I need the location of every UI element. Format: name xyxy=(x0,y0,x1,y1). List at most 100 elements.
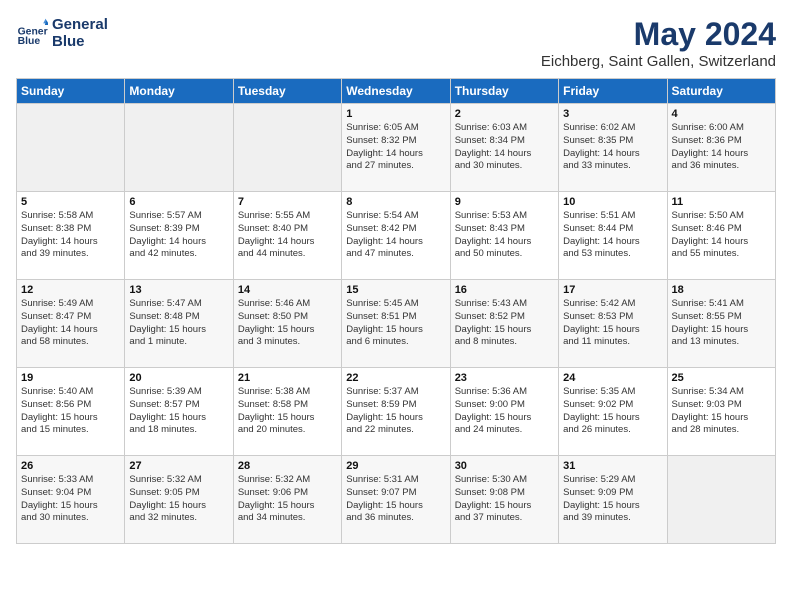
logo-general: General xyxy=(52,16,108,33)
calendar-cell: 23 Sunrise: 5:36 AM Sunset: 9:00 PM Dayli… xyxy=(450,368,558,456)
calendar-cell: 19 Sunrise: 5:40 AM Sunset: 8:56 PM Dayli… xyxy=(17,368,125,456)
calendar-cell: 6Sunrise: 5:57 AM Sunset: 8:39 PM Daylig… xyxy=(125,192,233,280)
day-number: 28 xyxy=(238,460,337,472)
weekday-header-friday: Friday xyxy=(559,79,667,104)
day-number: 17 xyxy=(563,284,662,296)
day-number: 15 xyxy=(346,284,445,296)
calendar-cell: 11 Sunrise: 5:50 AM Sunset: 8:46 PM Dayli… xyxy=(667,192,775,280)
day-number: 12 xyxy=(21,284,120,296)
weekday-header-sunday: Sunday xyxy=(17,79,125,104)
main-title: May 2024 xyxy=(541,16,776,53)
calendar-cell: 17 Sunrise: 5:42 AM Sunset: 8:53 PM Dayli… xyxy=(559,280,667,368)
day-info: Sunrise: 5:31 AM Sunset: 9:07 PM Dayligh… xyxy=(346,474,445,525)
day-info: Sunrise: 5:33 AM Sunset: 9:04 PM Dayligh… xyxy=(21,474,120,525)
calendar-cell xyxy=(125,104,233,192)
day-info: Sunrise: 5:34 AM Sunset: 9:03 PM Dayligh… xyxy=(672,386,771,437)
calendar-cell: 1 Sunrise: 6:05 AM Sunset: 8:32 PM Daylig… xyxy=(342,104,450,192)
day-number: 27 xyxy=(129,460,228,472)
svg-text:Blue: Blue xyxy=(18,36,41,47)
logo: General Blue General Blue xyxy=(16,16,108,50)
calendar-cell: 26 Sunrise: 5:33 AM Sunset: 9:04 PM Dayli… xyxy=(17,456,125,544)
day-number: 25 xyxy=(672,372,771,384)
day-number: 9 xyxy=(455,196,554,208)
day-number: 13 xyxy=(129,284,228,296)
day-number: 11 xyxy=(672,196,771,208)
calendar-cell: 30 Sunrise: 5:30 AM Sunset: 9:08 PM Dayli… xyxy=(450,456,558,544)
day-info: Sunrise: 5:57 AM Sunset: 8:39 PM Dayligh… xyxy=(129,210,228,261)
day-info: Sunrise: 5:53 AM Sunset: 8:43 PM Dayligh… xyxy=(455,210,554,261)
page-header: General Blue General Blue May 2024 Eichb… xyxy=(16,16,776,70)
day-number: 31 xyxy=(563,460,662,472)
day-number: 23 xyxy=(455,372,554,384)
calendar-cell: 8Sunrise: 5:54 AM Sunset: 8:42 PM Daylig… xyxy=(342,192,450,280)
calendar-cell: 13 Sunrise: 5:47 AM Sunset: 8:48 PM Dayli… xyxy=(125,280,233,368)
calendar-cell xyxy=(233,104,341,192)
day-number: 29 xyxy=(346,460,445,472)
day-info: Sunrise: 6:00 AM Sunset: 8:36 PM Dayligh… xyxy=(672,122,771,173)
day-number: 18 xyxy=(672,284,771,296)
day-info: Sunrise: 5:49 AM Sunset: 8:47 PM Dayligh… xyxy=(21,298,120,349)
calendar-cell: 15 Sunrise: 5:45 AM Sunset: 8:51 PM Dayli… xyxy=(342,280,450,368)
calendar-cell xyxy=(17,104,125,192)
calendar-cell: 20 Sunrise: 5:39 AM Sunset: 8:57 PM Dayli… xyxy=(125,368,233,456)
calendar-week-2: 5Sunrise: 5:58 AM Sunset: 8:38 PM Daylig… xyxy=(17,192,776,280)
day-number: 5 xyxy=(21,196,120,208)
day-info: Sunrise: 6:05 AM Sunset: 8:32 PM Dayligh… xyxy=(346,122,445,173)
day-info: Sunrise: 5:47 AM Sunset: 8:48 PM Dayligh… xyxy=(129,298,228,349)
calendar-week-5: 26 Sunrise: 5:33 AM Sunset: 9:04 PM Dayli… xyxy=(17,456,776,544)
day-info: Sunrise: 5:40 AM Sunset: 8:56 PM Dayligh… xyxy=(21,386,120,437)
day-info: Sunrise: 5:37 AM Sunset: 8:59 PM Dayligh… xyxy=(346,386,445,437)
day-number: 2 xyxy=(455,108,554,120)
day-number: 7 xyxy=(238,196,337,208)
title-block: May 2024 Eichberg, Saint Gallen, Switzer… xyxy=(541,16,776,70)
day-info: Sunrise: 5:55 AM Sunset: 8:40 PM Dayligh… xyxy=(238,210,337,261)
day-info: Sunrise: 5:45 AM Sunset: 8:51 PM Dayligh… xyxy=(346,298,445,349)
day-info: Sunrise: 6:02 AM Sunset: 8:35 PM Dayligh… xyxy=(563,122,662,173)
calendar-cell: 21 Sunrise: 5:38 AM Sunset: 8:58 PM Dayli… xyxy=(233,368,341,456)
calendar-cell xyxy=(667,456,775,544)
day-number: 21 xyxy=(238,372,337,384)
day-info: Sunrise: 5:46 AM Sunset: 8:50 PM Dayligh… xyxy=(238,298,337,349)
day-info: Sunrise: 5:32 AM Sunset: 9:06 PM Dayligh… xyxy=(238,474,337,525)
day-number: 19 xyxy=(21,372,120,384)
weekday-header-tuesday: Tuesday xyxy=(233,79,341,104)
weekday-header-thursday: Thursday xyxy=(450,79,558,104)
logo-blue: Blue xyxy=(52,33,108,50)
calendar-cell: 22 Sunrise: 5:37 AM Sunset: 8:59 PM Dayli… xyxy=(342,368,450,456)
day-number: 16 xyxy=(455,284,554,296)
day-number: 4 xyxy=(672,108,771,120)
day-number: 26 xyxy=(21,460,120,472)
day-info: Sunrise: 5:36 AM Sunset: 9:00 PM Dayligh… xyxy=(455,386,554,437)
day-number: 30 xyxy=(455,460,554,472)
day-number: 22 xyxy=(346,372,445,384)
logo-icon: General Blue xyxy=(16,17,48,49)
calendar-cell: 7 Sunrise: 5:55 AM Sunset: 8:40 PM Daylig… xyxy=(233,192,341,280)
calendar-week-4: 19 Sunrise: 5:40 AM Sunset: 8:56 PM Dayli… xyxy=(17,368,776,456)
day-number: 10 xyxy=(563,196,662,208)
day-info: Sunrise: 6:03 AM Sunset: 8:34 PM Dayligh… xyxy=(455,122,554,173)
calendar-cell: 31 Sunrise: 5:29 AM Sunset: 9:09 PM Dayli… xyxy=(559,456,667,544)
calendar-cell: 5Sunrise: 5:58 AM Sunset: 8:38 PM Daylig… xyxy=(17,192,125,280)
calendar-week-3: 12 Sunrise: 5:49 AM Sunset: 8:47 PM Dayli… xyxy=(17,280,776,368)
calendar-cell: 28 Sunrise: 5:32 AM Sunset: 9:06 PM Dayli… xyxy=(233,456,341,544)
calendar-cell: 16Sunrise: 5:43 AM Sunset: 8:52 PM Dayli… xyxy=(450,280,558,368)
day-number: 1 xyxy=(346,108,445,120)
calendar-cell: 3 Sunrise: 6:02 AM Sunset: 8:35 PM Daylig… xyxy=(559,104,667,192)
day-info: Sunrise: 5:54 AM Sunset: 8:42 PM Dayligh… xyxy=(346,210,445,261)
day-number: 20 xyxy=(129,372,228,384)
day-info: Sunrise: 5:50 AM Sunset: 8:46 PM Dayligh… xyxy=(672,210,771,261)
calendar-table: SundayMondayTuesdayWednesdayThursdayFrid… xyxy=(16,78,776,544)
day-number: 3 xyxy=(563,108,662,120)
calendar-cell: 24Sunrise: 5:35 AM Sunset: 9:02 PM Dayli… xyxy=(559,368,667,456)
calendar-cell: 4 Sunrise: 6:00 AM Sunset: 8:36 PM Daylig… xyxy=(667,104,775,192)
day-info: Sunrise: 5:29 AM Sunset: 9:09 PM Dayligh… xyxy=(563,474,662,525)
calendar-week-1: 1 Sunrise: 6:05 AM Sunset: 8:32 PM Daylig… xyxy=(17,104,776,192)
day-info: Sunrise: 5:42 AM Sunset: 8:53 PM Dayligh… xyxy=(563,298,662,349)
calendar-cell: 14Sunrise: 5:46 AM Sunset: 8:50 PM Dayli… xyxy=(233,280,341,368)
day-info: Sunrise: 5:30 AM Sunset: 9:08 PM Dayligh… xyxy=(455,474,554,525)
day-info: Sunrise: 5:32 AM Sunset: 9:05 PM Dayligh… xyxy=(129,474,228,525)
weekday-header-wednesday: Wednesday xyxy=(342,79,450,104)
day-info: Sunrise: 5:38 AM Sunset: 8:58 PM Dayligh… xyxy=(238,386,337,437)
day-info: Sunrise: 5:39 AM Sunset: 8:57 PM Dayligh… xyxy=(129,386,228,437)
weekday-header-saturday: Saturday xyxy=(667,79,775,104)
